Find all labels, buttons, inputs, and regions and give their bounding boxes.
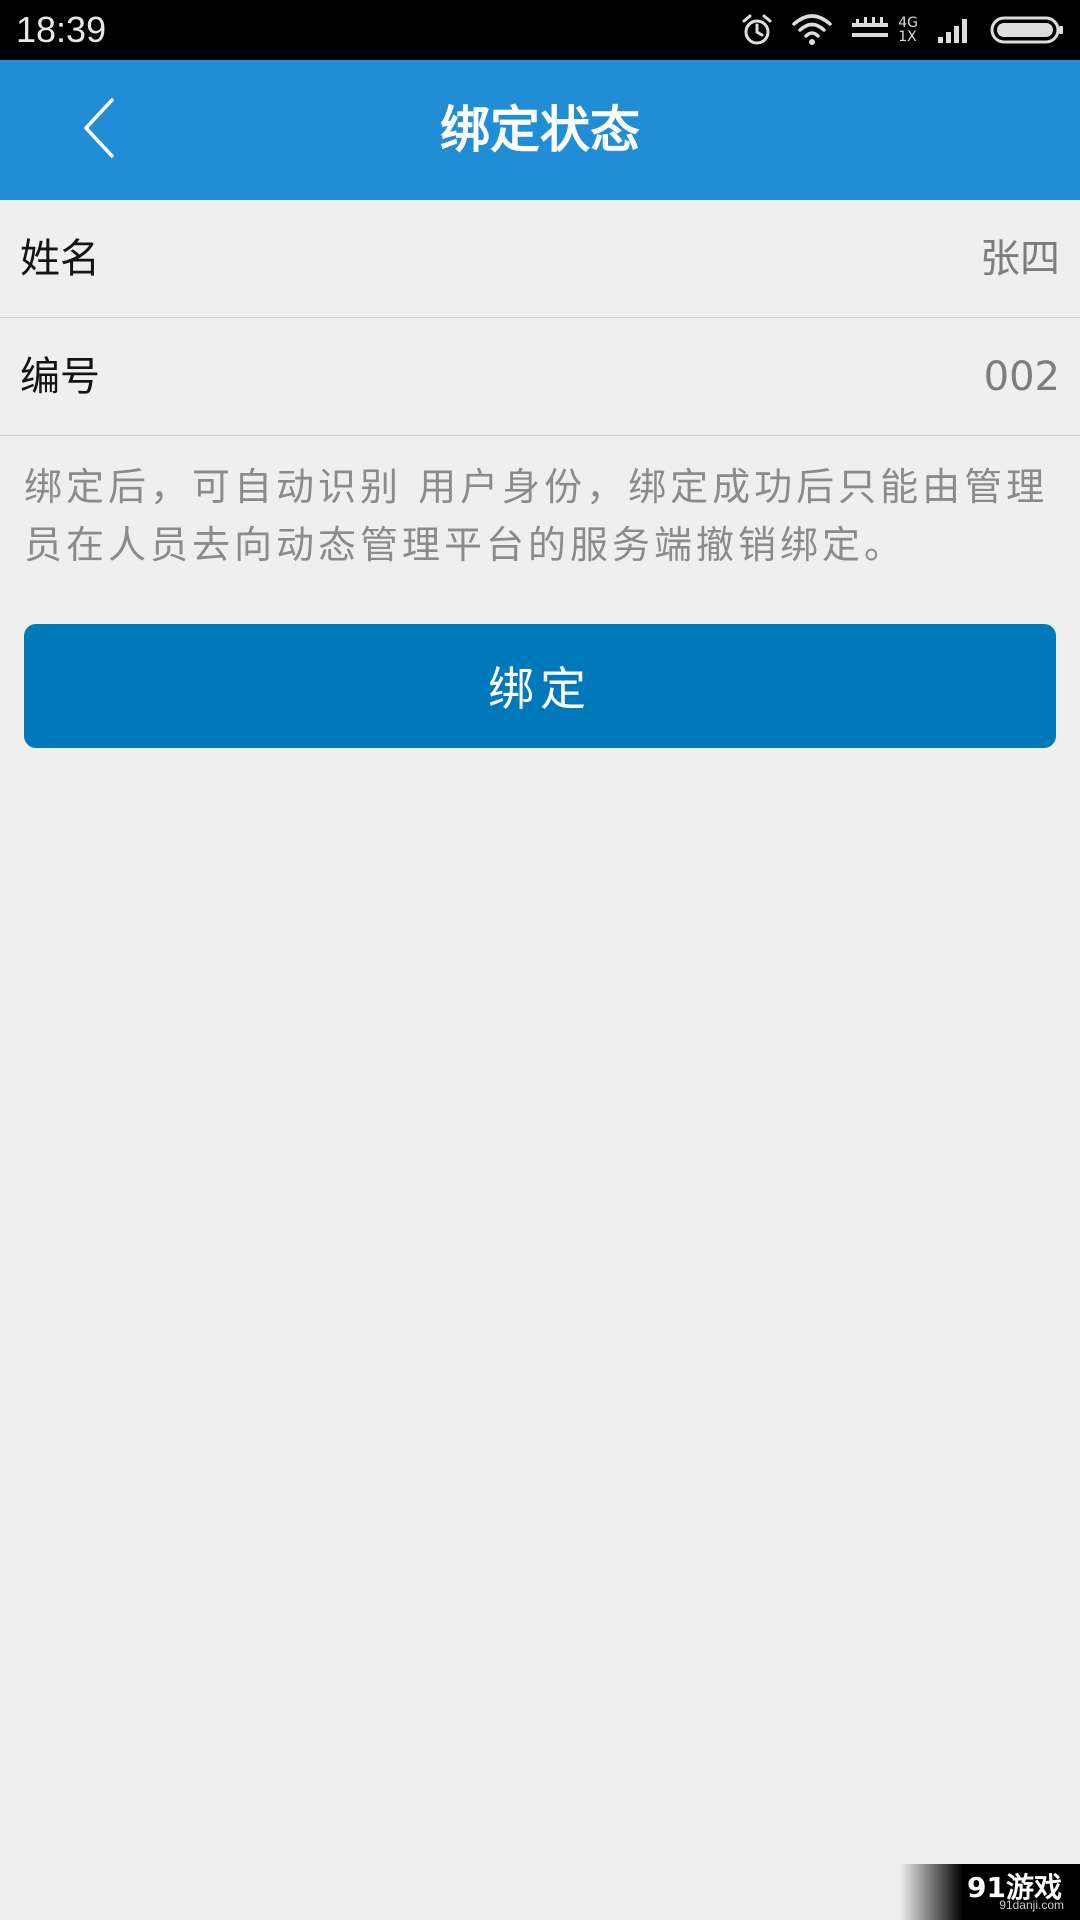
back-button[interactable] [60,90,140,170]
alarm-icon [740,13,774,47]
data-signal-icon [850,15,890,45]
watermark: 91游戏 91danji.com [900,1864,1080,1920]
watermark-url: 91danji.com [999,1898,1064,1912]
id-row: 编号 002 [0,318,1080,436]
screen: 18:39 4G 1X 绑定状态 姓名 张四 编号 002 绑定后，可自动识别 … [0,0,1080,1920]
name-label: 姓名 [20,236,100,282]
battery-icon [990,15,1064,45]
wifi-icon [792,14,832,46]
id-label: 编号 [20,354,100,400]
sim-label: 1X [898,29,917,45]
network-labels: 4G 1X [898,16,918,44]
status-time: 18:39 [16,9,107,50]
name-value: 张四 [980,236,1060,282]
binding-notice: 绑定后，可自动识别 用户身份，绑定成功后只能由管理员在人员去向动态管理平台的服务… [24,465,1049,567]
id-value: 002 [983,354,1060,400]
network-type: 4G [898,15,918,31]
cell-signal-icon [936,15,972,45]
page-title: 绑定状态 [440,101,640,159]
chevron-left-icon [80,96,120,164]
name-row: 姓名 张四 [0,200,1080,318]
header-bar: 绑定状态 [0,60,1080,200]
status-icons: 4G 1X [740,0,1064,60]
status-bar: 18:39 4G 1X [0,0,1080,60]
bind-button[interactable]: 绑定 [24,624,1056,748]
